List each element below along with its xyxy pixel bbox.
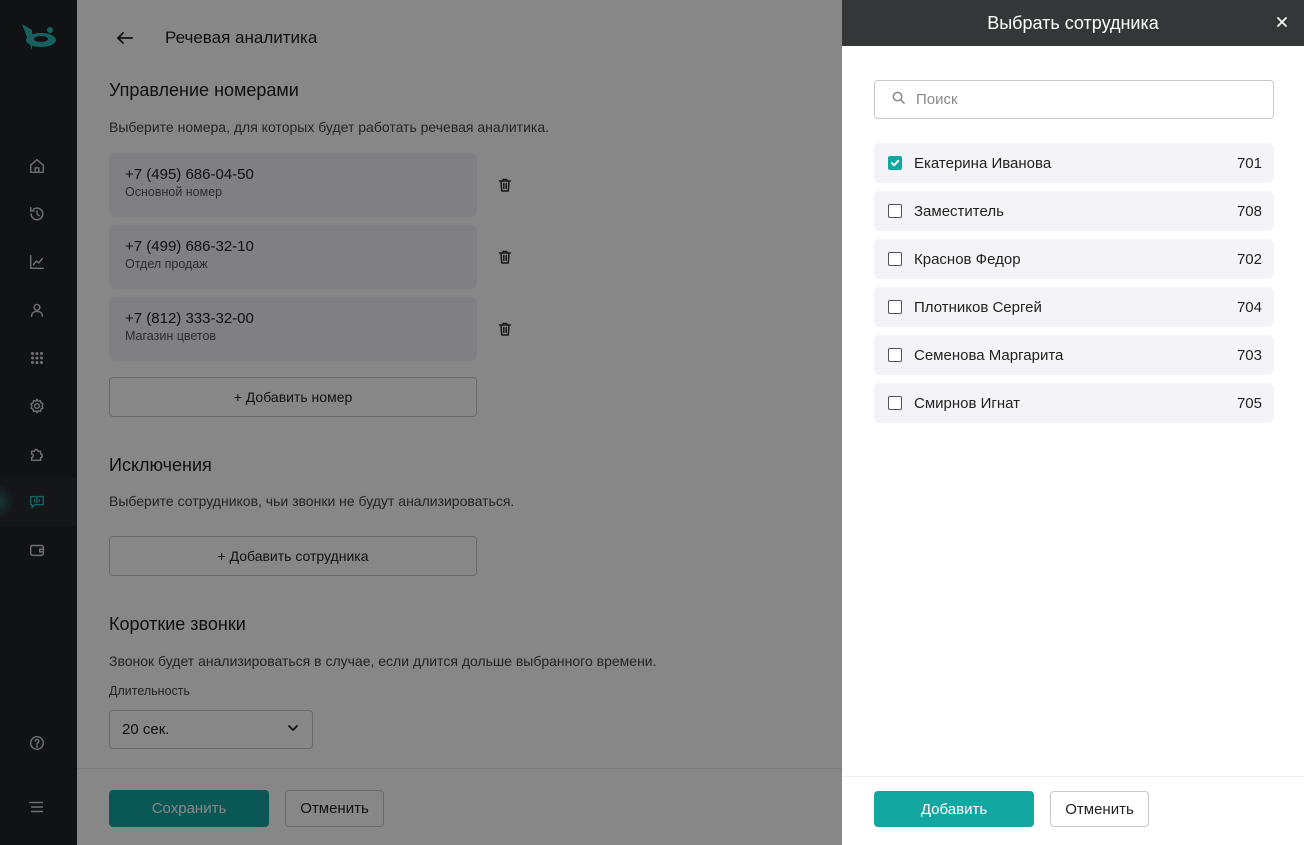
- employee-name: Заместитель: [914, 202, 1004, 220]
- drawer-footer: Добавить Отменить: [842, 776, 1304, 845]
- search-input[interactable]: [916, 91, 1256, 108]
- employee-name: Смирнов Игнат: [914, 394, 1021, 412]
- search-icon: [891, 90, 906, 110]
- close-icon[interactable]: [1274, 14, 1290, 30]
- checkbox[interactable]: [888, 300, 902, 314]
- checkbox[interactable]: [888, 204, 902, 218]
- select-employee-drawer: Выбрать сотрудника Екатерина Иванова 701…: [842, 0, 1304, 845]
- modal-overlay[interactable]: [0, 0, 842, 845]
- employee-name: Семенова Маргарита: [914, 346, 1064, 364]
- employee-name: Плотников Сергей: [914, 298, 1042, 316]
- search-field[interactable]: [874, 80, 1274, 119]
- drawer-title: Выбрать сотрудника: [987, 12, 1159, 33]
- employee-row[interactable]: Семенова Маргарита 703: [874, 335, 1274, 375]
- employee-row[interactable]: Плотников Сергей 704: [874, 287, 1274, 327]
- employee-extension: 704: [1236, 298, 1262, 316]
- employee-extension: 705: [1236, 394, 1262, 412]
- employee-extension: 708: [1236, 202, 1262, 220]
- checkbox[interactable]: [888, 348, 902, 362]
- employee-extension: 701: [1236, 154, 1262, 172]
- employee-name: Краснов Федор: [914, 250, 1021, 268]
- employee-extension: 702: [1236, 250, 1262, 268]
- employee-row[interactable]: Краснов Федор 702: [874, 239, 1274, 279]
- checkbox[interactable]: [888, 252, 902, 266]
- employee-name: Екатерина Иванова: [914, 154, 1052, 172]
- employee-row[interactable]: Заместитель 708: [874, 191, 1274, 231]
- checkbox[interactable]: [888, 396, 902, 410]
- drawer-cancel-button[interactable]: Отменить: [1050, 791, 1149, 827]
- employee-row[interactable]: Смирнов Игнат 705: [874, 383, 1274, 423]
- add-button[interactable]: Добавить: [874, 791, 1034, 827]
- employee-row[interactable]: Екатерина Иванова 701: [874, 143, 1274, 183]
- checkbox-checked[interactable]: [888, 156, 902, 170]
- employee-extension: 703: [1236, 346, 1262, 364]
- drawer-header: Выбрать сотрудника: [842, 0, 1304, 46]
